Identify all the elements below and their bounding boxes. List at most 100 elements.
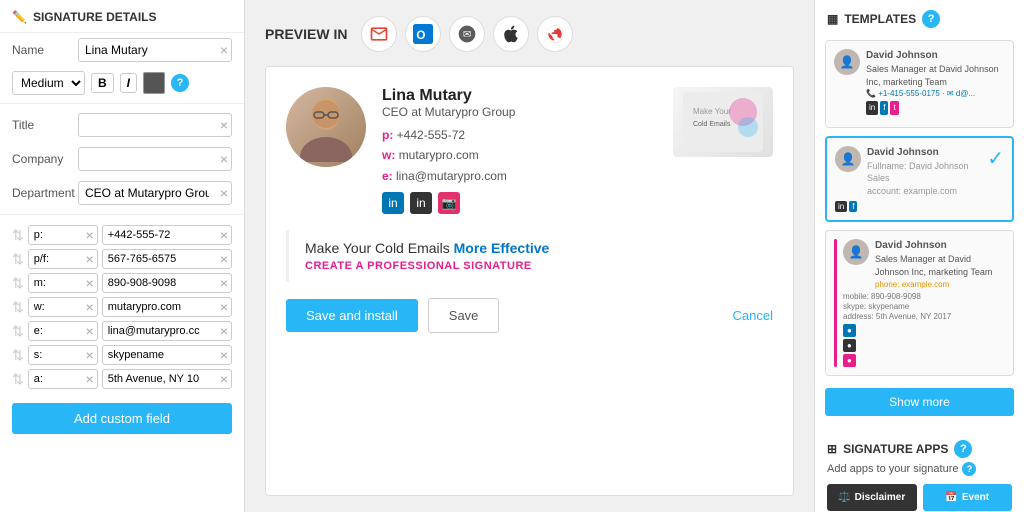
cf-val-input[interactable]	[102, 321, 232, 341]
title-input-wrap: ×	[78, 113, 232, 137]
department-clear-button[interactable]: ×	[220, 186, 228, 200]
banner-cta-text: CREATE A PROFESSIONAL SIGNATURE	[305, 260, 757, 272]
template-contact-lines-3: mobile: 890-908-9098 skype: skypename ad…	[843, 292, 1005, 321]
save-and-install-button[interactable]: Save and install	[286, 299, 418, 332]
drag-handle-icon[interactable]: ⇅	[12, 323, 24, 340]
list-item: ⇅ × ×	[12, 225, 232, 245]
company-input[interactable]	[78, 147, 232, 171]
add-custom-field-button[interactable]: Add custom field	[12, 403, 232, 434]
list-item: ⇅ × ×	[12, 273, 232, 293]
linkedin-icon[interactable]: in	[382, 192, 404, 214]
cf-val-input[interactable]	[102, 249, 232, 269]
drag-handle-icon[interactable]: ⇅	[12, 347, 24, 364]
signature-title: CEO at Mutarypro Group	[382, 105, 657, 119]
custom-fields-section: ⇅ × × ⇅ × × ⇅ ×	[0, 219, 244, 397]
templates-header: ▦ TEMPLATES ?	[815, 0, 1024, 36]
drag-handle-icon[interactable]: ⇅	[12, 371, 24, 388]
templates-help-button[interactable]: ?	[922, 10, 940, 28]
outlook-button[interactable]: O	[405, 16, 441, 52]
apps-title: SIGNATURE APPS	[843, 442, 948, 456]
template-info-2: David Johnson Fullname: David Johnson Sa…	[867, 146, 981, 198]
gmail-button[interactable]	[361, 16, 397, 52]
drag-handle-icon[interactable]: ⇅	[12, 251, 24, 268]
size-select[interactable]: Medium Small Large	[12, 71, 85, 95]
italic-button[interactable]: I	[120, 73, 137, 93]
cf-label-clear[interactable]: ×	[86, 324, 94, 338]
name-input[interactable]	[78, 38, 232, 62]
svg-text:O: O	[417, 29, 426, 42]
department-input-wrap: ×	[78, 181, 232, 205]
cf-val-pf: ×	[102, 249, 232, 269]
cf-val-clear[interactable]: ×	[220, 228, 228, 242]
department-input[interactable]	[78, 181, 232, 205]
department-label: Department	[12, 186, 72, 200]
cf-label-clear[interactable]: ×	[86, 300, 94, 314]
cf-label-clear[interactable]: ×	[86, 372, 94, 386]
indeed-icon[interactable]: in	[410, 192, 432, 214]
name-clear-button[interactable]: ×	[220, 43, 228, 57]
show-more-button[interactable]: Show more	[825, 388, 1014, 416]
template-name-3: David Johnson	[875, 239, 1005, 253]
template-info-1: David Johnson Sales Manager at David Joh…	[866, 49, 1005, 115]
bold-button[interactable]: B	[91, 73, 114, 93]
mac-mail-button[interactable]: ✉	[449, 16, 485, 52]
format-row: Medium Small Large B I ?	[0, 67, 244, 99]
preview-label: PREVIEW IN	[265, 26, 347, 42]
cf-label-clear[interactable]: ×	[86, 228, 94, 242]
apps-section: ⊞ SIGNATURE APPS ? Add apps to your sign…	[815, 432, 1024, 512]
company-input-wrap: ×	[78, 147, 232, 171]
title-input[interactable]	[78, 113, 232, 137]
cf-val-input[interactable]	[102, 345, 232, 365]
apps-help-button[interactable]: ?	[954, 440, 972, 458]
cf-val-m: ×	[102, 273, 232, 293]
cf-label-p: ×	[28, 225, 98, 245]
cf-val-clear[interactable]: ×	[220, 300, 228, 314]
save-button[interactable]: Save	[428, 298, 500, 333]
other-mail-button[interactable]	[537, 16, 573, 52]
template-contact-1: 📞 +1-415-555-0175 · ✉ d@...	[866, 88, 1005, 99]
cf-label-m: ×	[28, 273, 98, 293]
cf-val-input[interactable]	[102, 369, 232, 389]
cf-val-clear[interactable]: ×	[220, 372, 228, 386]
cf-val-w: ×	[102, 297, 232, 317]
apps-subtext-help[interactable]: ?	[962, 462, 976, 476]
template-avatar-3: 👤	[843, 239, 869, 265]
cf-val-clear[interactable]: ×	[220, 324, 228, 338]
drag-handle-icon[interactable]: ⇅	[12, 227, 24, 244]
event-app-button[interactable]: 📅 Event	[923, 484, 1013, 511]
title-clear-button[interactable]: ×	[220, 118, 228, 132]
event-icon: 📅	[945, 492, 957, 503]
cf-val-input[interactable]	[102, 297, 232, 317]
template-card-2[interactable]: 👤 David Johnson Fullname: David Johnson …	[825, 136, 1014, 223]
cf-val-clear[interactable]: ×	[220, 348, 228, 362]
format-help-button[interactable]: ?	[171, 74, 189, 92]
cf-label-clear[interactable]: ×	[86, 252, 94, 266]
color-picker[interactable]	[143, 72, 165, 94]
template-card-3[interactable]: 👤 David Johnson Sales Manager at David J…	[825, 230, 1014, 375]
drag-handle-icon[interactable]: ⇅	[12, 275, 24, 292]
cf-val-clear[interactable]: ×	[220, 276, 228, 290]
signature-preview-box: Lina Mutary CEO at Mutarypro Group p: +4…	[265, 66, 794, 496]
signature-info: Lina Mutary CEO at Mutarypro Group p: +4…	[382, 87, 657, 214]
template-right-icons-3: ● ● ●	[843, 324, 1005, 367]
cf-val-input[interactable]	[102, 273, 232, 293]
disclaimer-app-button[interactable]: ⚖️ Disclaimer	[827, 484, 917, 511]
apps-subtext-label: Add apps to your signature	[827, 463, 958, 475]
cancel-button[interactable]: Cancel	[733, 308, 773, 323]
cf-label-clear[interactable]: ×	[86, 276, 94, 290]
instagram-icon[interactable]: 📷	[438, 192, 460, 214]
name-label: Name	[12, 43, 72, 57]
cf-label-a: ×	[28, 369, 98, 389]
name-field-row: Name ×	[0, 33, 244, 67]
apple-mail-button[interactable]	[493, 16, 529, 52]
email-value: lina@mutarypro.com	[396, 169, 507, 183]
company-clear-button[interactable]: ×	[220, 152, 228, 166]
cf-val-e: ×	[102, 321, 232, 341]
drag-handle-icon[interactable]: ⇅	[12, 299, 24, 316]
cf-val-clear[interactable]: ×	[220, 252, 228, 266]
template-card-1[interactable]: 👤 David Johnson Sales Manager at David J…	[825, 40, 1014, 128]
cf-label-clear[interactable]: ×	[86, 348, 94, 362]
template-subtitle-1: Sales Manager at David Johnson Inc, mark…	[866, 63, 1005, 88]
avatar	[286, 87, 366, 167]
cf-val-input[interactable]	[102, 225, 232, 245]
